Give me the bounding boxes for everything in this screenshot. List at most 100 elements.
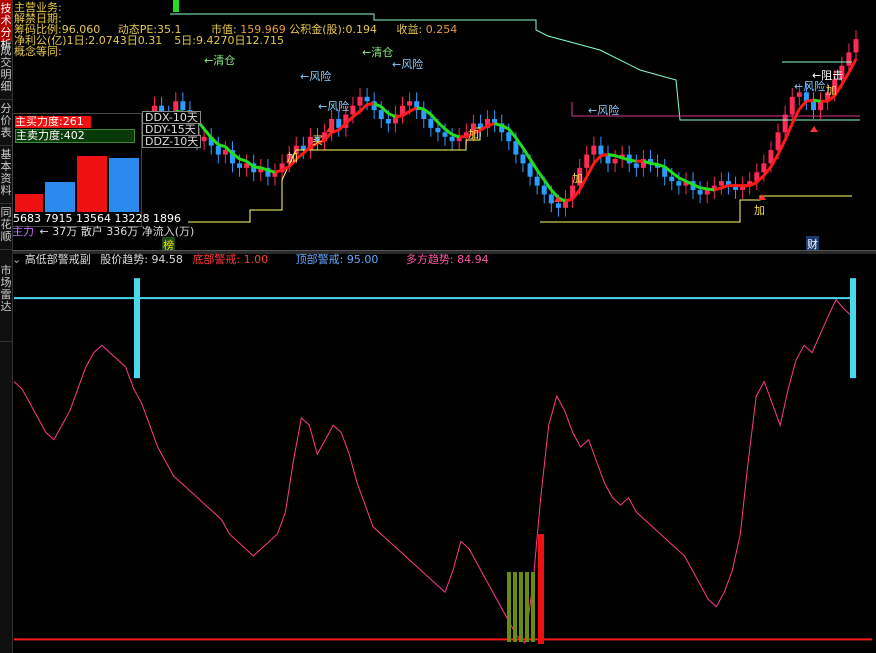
net-profit-2: 5日:9.4270日12.715 <box>174 34 284 47</box>
candle-body <box>534 176 540 186</box>
income-label: 收益: <box>396 23 423 36</box>
candle-body <box>180 101 186 111</box>
ma-segment <box>217 143 226 149</box>
ma-segment <box>416 106 425 111</box>
bottom-zone-bar-0 <box>507 572 511 642</box>
candle-body <box>407 101 413 106</box>
clear-label-1: ←清仓 <box>204 54 236 67</box>
top-alert-bar-0 <box>134 278 140 379</box>
candle-body <box>237 163 243 168</box>
ma-segment <box>260 166 269 172</box>
capital-reserve: 公积金(股):0.194 <box>289 23 377 36</box>
candle-body <box>697 190 703 195</box>
support-line-2 <box>540 195 852 223</box>
candle-body <box>669 176 675 182</box>
risk-label-3: ←风险 <box>318 100 350 113</box>
candle-body <box>584 154 590 168</box>
risk-label-4: ←风险 <box>588 104 620 117</box>
ma-segment <box>806 98 814 103</box>
candle-body <box>513 141 519 155</box>
candle-body <box>548 194 554 204</box>
candle-body <box>782 114 788 133</box>
candle-body <box>506 132 512 142</box>
force-bar-4 <box>109 158 139 212</box>
candle-body <box>598 145 604 155</box>
ma-segment <box>600 153 609 158</box>
candle-body <box>527 163 533 177</box>
ma-segment <box>494 122 503 128</box>
block-label: ←阻击 <box>812 69 844 82</box>
candle-body <box>300 145 306 151</box>
buy-label: 买 <box>312 134 323 147</box>
candle-body <box>449 136 455 142</box>
candle-body <box>385 119 391 124</box>
ma-segment <box>706 187 715 192</box>
concept-label: 概念等同: <box>14 45 62 58</box>
trend-value: 94.58 <box>151 253 183 266</box>
candle-body <box>718 181 724 186</box>
force-bar-3 <box>77 156 107 212</box>
bottom-alert-value: 1.00 <box>243 253 269 266</box>
retail-label: 散户 <box>80 225 103 238</box>
ma-segment <box>607 153 616 158</box>
candle-body <box>591 145 597 155</box>
candle-body <box>789 96 795 115</box>
main-force-label: 主力 <box>12 225 34 238</box>
ma-segment <box>565 197 574 203</box>
add-label-2: 加 <box>468 128 479 141</box>
ma-segment <box>451 133 460 139</box>
chart-canvas <box>13 0 872 645</box>
candle-body <box>378 110 384 119</box>
ma-segment <box>267 168 276 174</box>
bull-trend-label: 多方趋势: <box>405 253 454 266</box>
ma-segment <box>395 114 403 119</box>
candle-body <box>541 185 547 195</box>
candle-body <box>810 101 816 111</box>
ma-segment <box>813 98 821 103</box>
ma-segment <box>387 112 397 119</box>
candle-body <box>215 145 221 155</box>
bottom-signal-bar <box>538 534 544 644</box>
candle-body <box>633 163 639 168</box>
ma-segment <box>614 154 623 160</box>
ma-segment <box>487 122 496 128</box>
candle-body <box>222 150 228 155</box>
risk-label-1: ←风险 <box>300 70 332 83</box>
ma-segment <box>253 165 262 170</box>
force-bar-1 <box>15 194 43 212</box>
sub-indicator <box>13 278 872 645</box>
ma-segment <box>274 168 283 174</box>
ma-segment <box>621 156 630 162</box>
ma-segment <box>592 154 603 165</box>
buy-arrow-2 <box>758 194 766 200</box>
indicator-title[interactable]: 高低部警戒副 <box>25 253 91 266</box>
candle-body <box>761 163 767 173</box>
collapse-icon[interactable]: ⌄ <box>12 253 21 266</box>
trend-label: 股价趋势: <box>100 253 148 266</box>
top-marker <box>173 0 179 12</box>
ma-segment <box>408 106 418 113</box>
add-label-5: 加 <box>826 84 837 97</box>
candle-body <box>428 119 434 128</box>
candle-body <box>846 52 852 66</box>
main-sell-label: 主卖力度:402 <box>15 129 135 143</box>
add-label-1: 加 <box>287 151 298 164</box>
ma-segment <box>713 186 722 192</box>
force-bar-2 <box>45 182 75 212</box>
ma-segment <box>678 176 687 183</box>
candle-body <box>612 158 618 164</box>
ma-segment <box>650 161 658 166</box>
ddz-box: DDZ-10天 <box>142 135 202 148</box>
bottom-zone-bar-2 <box>519 572 523 642</box>
ma-segment <box>629 158 637 163</box>
candle-body <box>555 203 561 208</box>
ma-segment <box>798 100 808 111</box>
top-alert-bar-1 <box>850 278 856 379</box>
ma-segment <box>657 163 666 169</box>
risk-label-2: ←风险 <box>392 58 424 71</box>
candle-body <box>520 154 526 164</box>
main-buy-label: 主买力度:261 <box>15 116 91 128</box>
add-label-3: 加 <box>572 172 583 185</box>
candle-body <box>853 39 859 53</box>
sub-header: ⌄ 高低部警戒副 股价趋势: 94.58 底部警戒: 1.00 顶部警戒: 95… <box>12 253 489 267</box>
